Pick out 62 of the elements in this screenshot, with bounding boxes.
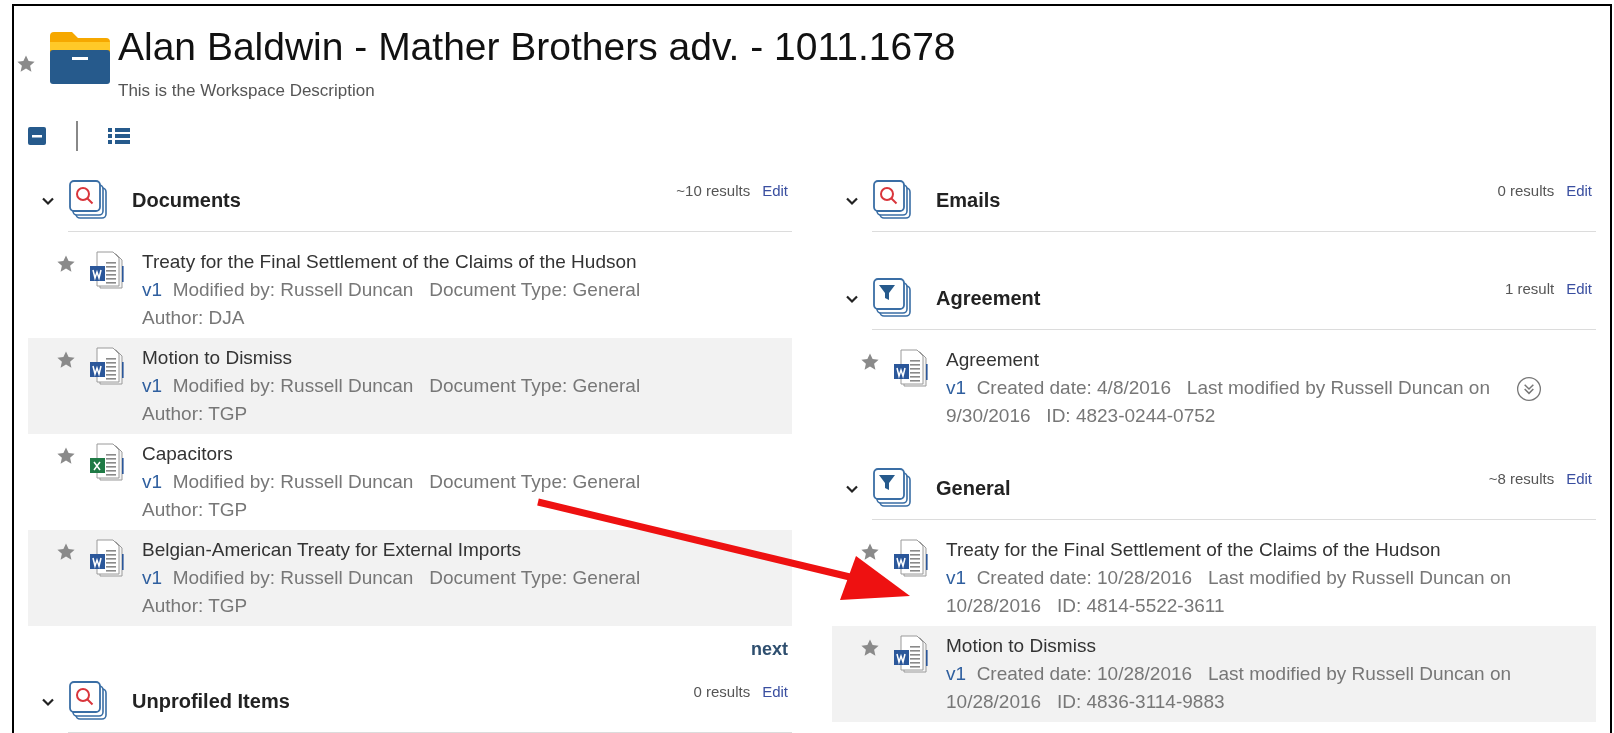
document-title[interactable]: Belgian-American Treaty for External Imports [142, 535, 780, 564]
document-file-icon [88, 345, 126, 388]
version-link[interactable]: v1 [142, 566, 163, 588]
star-icon[interactable] [16, 54, 36, 74]
workspace-title: Alan Baldwin - Mather Brothers adv. - 1011.1678 [118, 24, 956, 70]
result-count: ~10 results [676, 180, 751, 201]
document-details: v1 Created date: 10/28/2016 Last modified by Russell Duncan on 10/28/2016 ID: 4836-3114-9883 [946, 661, 1513, 714]
collapse-all-icon[interactable] [28, 126, 46, 145]
document-details: v1 Modified by: Russell Duncan Document Type: General Author: TGP [142, 565, 642, 618]
document-file-icon [892, 633, 930, 676]
document-details: v1 Modified by: Russell Duncan Document Type: General Author: TGP [142, 469, 642, 522]
document-file-icon [892, 537, 930, 580]
document-row[interactable]: Motion to Dismiss v1 Modified by: Russell Duncan Document Type: General Author: TGP [28, 337, 792, 434]
edit-link[interactable]: Edit [1566, 179, 1592, 202]
result-count: 1 result [1504, 278, 1555, 299]
document-title[interactable]: Treaty for the Final Settlement of the Claims of the Hudson [142, 247, 780, 276]
section-title: Agreement [936, 286, 1042, 311]
section-title: Unprofiled Items [132, 689, 291, 714]
version-link[interactable]: v1 [142, 278, 163, 300]
document-details: v1 Created date: 10/28/2016 Last modified by Russell Duncan on 10/28/2016 ID: 4814-5522-3611 [946, 565, 1513, 618]
edit-link[interactable]: Edit [1566, 467, 1592, 490]
version-link[interactable]: v1 [946, 662, 967, 684]
document-details: v1 Modified by: Russell Duncan Document Type: General Author: DJA [142, 277, 642, 330]
result-count: 0 results [1497, 180, 1555, 201]
version-link[interactable]: v1 [142, 470, 163, 492]
workspace-description: This is the Workspace Description [118, 80, 376, 102]
section-title: Documents [132, 188, 242, 213]
document-file-icon [892, 347, 930, 390]
document-file-icon [88, 249, 126, 292]
section-title: Emails [936, 188, 1002, 213]
spreadsheet-file-icon [88, 441, 126, 484]
next-link[interactable]: next [751, 635, 788, 663]
version-link[interactable]: v1 [142, 374, 163, 396]
document-title[interactable]: Motion to Dismiss [946, 631, 1584, 660]
document-title[interactable]: Capacitors [142, 439, 780, 468]
edit-link[interactable]: Edit [762, 179, 788, 202]
document-details: v1 Modified by: Russell Duncan Document Type: General Author: TGP [142, 373, 642, 426]
edit-link[interactable]: Edit [1566, 277, 1592, 300]
document-file-icon [88, 537, 126, 580]
document-row[interactable]: Motion to Dismiss v1 Created date: 10/28/2016 Last modified by Russell Duncan on 10/28/2016 ID: 4836-3114-9883 [832, 625, 1596, 722]
document-details: v1 Created date: 4/8/2016 Last modified by Russell Duncan on 9/30/2016 ID: 4823-0244-0752 [946, 375, 1491, 428]
expand-icon[interactable] [1516, 375, 1542, 402]
result-count: 0 results [693, 681, 751, 702]
list-view-icon[interactable] [108, 126, 130, 145]
edit-link[interactable]: Edit [762, 680, 788, 703]
document-row[interactable]: Capacitors v1 Modified by: Russell Duncan Document Type: General Author: TGP [28, 433, 792, 530]
filter-stack-icon [872, 467, 912, 509]
version-link[interactable]: v1 [946, 376, 967, 398]
section-title: General [936, 476, 1012, 501]
document-title[interactable]: Motion to Dismiss [142, 343, 780, 372]
search-stack-icon [68, 680, 108, 722]
document-row[interactable]: Belgian-American Treaty for External Imports v1 Modified by: Russell Duncan Document Type: General Author: TGP [28, 529, 792, 626]
filter-stack-icon [872, 277, 912, 319]
document-row[interactable]: Agreement v1 Created date: 4/8/2016 Last modified by Russell Duncan on 9/30/2016 ID: 4823-0244-0752 [832, 339, 1596, 436]
result-count: ~8 results [1488, 468, 1555, 489]
version-link[interactable]: v1 [946, 566, 967, 588]
folder-icon [48, 30, 112, 86]
document-title[interactable]: Agreement [946, 345, 1584, 374]
search-stack-icon [68, 179, 108, 221]
document-title[interactable]: Treaty for the Final Settlement of the Claims of the Hudson [946, 535, 1584, 564]
search-stack-icon [872, 179, 912, 221]
document-row[interactable]: Treaty for the Final Settlement of the Claims of the Hudson v1 Modified by: Russell Duncan Document Type: General Author: DJA [28, 241, 792, 338]
